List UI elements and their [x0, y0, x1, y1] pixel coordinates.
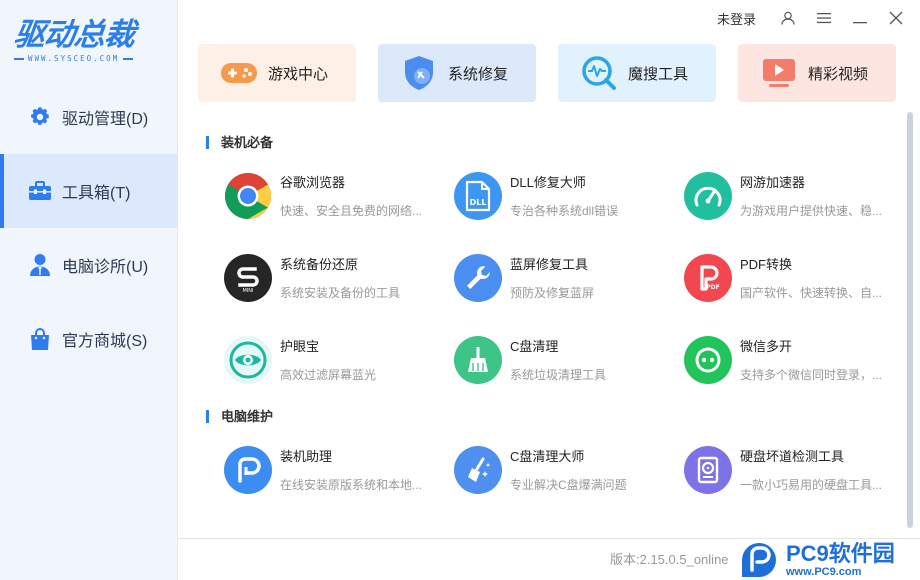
app-description: 高效过滤屏幕蓝光	[280, 368, 377, 382]
app-description: 专治各种系统dll错误	[510, 204, 619, 218]
section-title-essentials: 装机必备	[206, 136, 273, 149]
version-label: 版本:2.15.0.5_online	[610, 552, 729, 567]
svg-text:PDF: PDF	[706, 284, 719, 291]
login-link[interactable]: 未登录	[717, 9, 756, 28]
status-footer: 版本:2.15.0.5_online PC9软件园 www.PC9.com	[178, 538, 920, 580]
app-description: 为游戏用户提供快速、稳...	[740, 204, 883, 218]
sidebar-item-official-store[interactable]: 官方商城(S)	[0, 302, 178, 376]
install-p-icon	[224, 446, 272, 494]
gamepad-icon	[220, 54, 258, 92]
app-name: C盘清理大师	[510, 449, 585, 464]
app-item-system-backup[interactable]: MINI 系统备份还原 系统安装及备份的工具	[224, 254, 444, 314]
tile-label: 系统修复	[448, 65, 509, 83]
watermark-logo-icon	[742, 543, 776, 577]
watermark: PC9软件园 www.PC9.com	[734, 539, 920, 580]
app-description: 快速、安全且免费的网络...	[280, 204, 423, 218]
tile-label: 精彩视频	[808, 65, 869, 83]
backup-s-icon: MINI	[224, 254, 272, 302]
app-description: 系统垃圾清理工具	[510, 368, 607, 382]
section-title-maintenance: 电脑维护	[206, 410, 273, 423]
app-item-eye-protect[interactable]: 护眼宝 高效过滤屏幕蓝光	[224, 336, 444, 396]
sidebar-item-label: 工具箱(T)	[62, 185, 131, 202]
app-name: 系统备份还原	[280, 257, 359, 272]
title-bar: 未登录	[717, 0, 920, 36]
app-name: 网游加速器	[740, 175, 806, 190]
shield-wrench-icon	[400, 54, 438, 92]
app-description: 国产软件、快速转换、自...	[740, 286, 883, 300]
toolbox-icon	[28, 179, 52, 203]
tile-game-center[interactable]: 游戏中心	[198, 44, 356, 102]
tile-mosou-tools[interactable]: 魔搜工具	[558, 44, 716, 102]
sidebar-item-pc-clinic[interactable]: 电脑诊所(U)	[0, 228, 178, 302]
speedometer-icon	[684, 172, 732, 220]
eye-icon	[224, 336, 272, 384]
tile-featured-videos[interactable]: 精彩视频	[738, 44, 896, 102]
scrollbar-thumb[interactable]	[907, 112, 913, 528]
app-name: 装机助理	[280, 449, 333, 464]
app-description: 预防及修复蓝屏	[510, 286, 595, 300]
pdf-icon: PDF	[684, 254, 732, 302]
app-item-pdf-convert[interactable]: PDF PDF转换 国产软件、快速转换、自...	[684, 254, 904, 314]
app-name: DLL修复大师	[510, 175, 586, 190]
feature-tiles: 游戏中心 系统修复 魔搜工具 精彩视频	[198, 44, 896, 102]
close-icon[interactable]	[878, 0, 914, 36]
svg-text:MINI: MINI	[242, 288, 253, 293]
user-icon[interactable]	[770, 0, 806, 36]
video-play-icon	[760, 54, 798, 92]
watermark-title: PC9软件园	[786, 541, 895, 566]
app-name: PDF转换	[740, 257, 793, 272]
search-pulse-icon	[580, 54, 618, 92]
sidebar: 驱动总裁 WWW.SYSCEO.COM 驱动管理(D) 工具箱(T) 电脑诊所(…	[0, 0, 178, 580]
wechat-multi-icon	[684, 336, 732, 384]
sidebar-nav: 驱动管理(D) 工具箱(T) 电脑诊所(U) 官方商城(S)	[0, 80, 178, 376]
chrome-icon	[224, 172, 272, 220]
app-item-chrome[interactable]: 谷歌浏览器 快速、安全且免费的网络...	[224, 172, 444, 232]
sidebar-item-driver-management[interactable]: 驱动管理(D)	[0, 80, 178, 154]
app-name: 谷歌浏览器	[280, 175, 346, 190]
app-description: 一款小巧易用的硬盘工具...	[740, 478, 883, 492]
dll-icon: DLL	[454, 172, 502, 220]
app-description: 系统安装及备份的工具	[280, 286, 401, 300]
app-item-wechat-multi[interactable]: 微信多开 支持多个微信同时登录，...	[684, 336, 904, 396]
logo-text: 驱动总裁	[12, 17, 136, 53]
sidebar-item-label: 官方商城(S)	[62, 333, 148, 350]
tile-label: 游戏中心	[268, 65, 329, 83]
logo-url: WWW.SYSCEO.COM	[14, 54, 164, 63]
app-name: 护眼宝	[280, 339, 320, 354]
broom-sparkle-icon	[454, 446, 502, 494]
app-item-install-assistant[interactable]: 装机助理 在线安装原版系统和本地...	[224, 446, 444, 506]
app-description: 支持多个微信同时登录，...	[740, 368, 883, 382]
app-item-hdd-badsector[interactable]: 硬盘坏道检测工具 一款小巧易用的硬盘工具...	[684, 446, 904, 506]
doctor-icon	[28, 253, 52, 277]
shopping-bag-icon	[28, 327, 52, 351]
app-name: 蓝屏修复工具	[510, 257, 589, 272]
app-name: C盘清理	[510, 339, 559, 354]
harddisk-icon	[684, 446, 732, 494]
tile-label: 魔搜工具	[628, 65, 689, 83]
svg-text:DLL: DLL	[470, 198, 487, 207]
app-item-game-accelerator[interactable]: 网游加速器 为游戏用户提供快速、稳...	[684, 172, 904, 232]
app-item-c-drive-master[interactable]: C盘清理大师 专业解决C盘爆满问题	[454, 446, 674, 506]
gear-icon	[28, 105, 52, 129]
app-item-c-drive-clean[interactable]: C盘清理 系统垃圾清理工具	[454, 336, 674, 396]
app-logo: 驱动总裁 WWW.SYSCEO.COM	[12, 17, 164, 68]
app-description: 在线安装原版系统和本地...	[280, 478, 423, 492]
sidebar-item-label: 驱动管理(D)	[62, 111, 149, 128]
minimize-icon[interactable]	[842, 0, 878, 36]
vertical-scrollbar[interactable]	[906, 112, 914, 528]
menu-icon[interactable]	[806, 0, 842, 36]
sidebar-item-toolbox[interactable]: 工具箱(T)	[0, 154, 178, 228]
app-item-dll-repair[interactable]: DLL DLL修复大师 专治各种系统dll错误	[454, 172, 674, 232]
app-name: 微信多开	[740, 339, 793, 354]
app-name: 硬盘坏道检测工具	[740, 449, 845, 464]
app-item-bluescreen-repair[interactable]: 蓝屏修复工具 预防及修复蓝屏	[454, 254, 674, 314]
watermark-url: www.PC9.com	[786, 566, 862, 578]
sidebar-item-label: 电脑诊所(U)	[62, 259, 149, 276]
toolbox-content: 装机必备 谷歌浏览器 快速、安全且免费的网络... DLL DLL修复大师 专治…	[178, 120, 906, 538]
broom-icon	[454, 336, 502, 384]
wrench-icon	[454, 254, 502, 302]
app-description: 专业解决C盘爆满问题	[510, 478, 627, 492]
tile-system-repair[interactable]: 系统修复	[378, 44, 536, 102]
